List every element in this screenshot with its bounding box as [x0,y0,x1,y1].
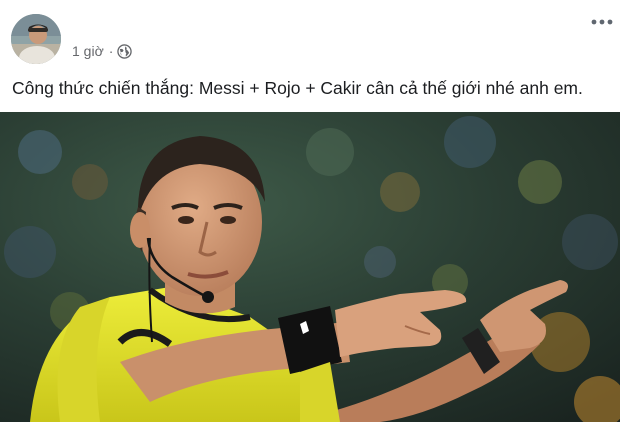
meta-separator: · [108,43,114,59]
post-header: 1 giờ · [0,0,620,66]
post-text: Công thức chiến thắng: Messi + Rojo + Ca… [12,78,583,98]
more-options-icon [591,19,613,25]
globe-icon[interactable] [117,43,133,59]
post-timestamp[interactable]: 1 giờ [72,43,104,59]
more-options-button[interactable] [588,10,616,34]
referee-pointing-photo[interactable] [0,112,620,422]
post-meta: 1 giờ · [72,42,133,60]
author-avatar[interactable] [11,14,61,64]
